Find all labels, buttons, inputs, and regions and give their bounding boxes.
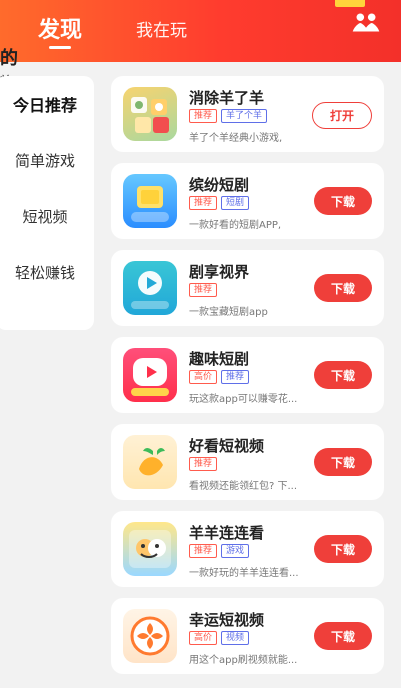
app-description: 用这个app刷视频就能... <box>189 655 298 666</box>
app-tag: 羊了个羊 <box>221 109 268 123</box>
app-title: 消除羊了羊 <box>189 89 265 107</box>
tab-playing[interactable]: 我在玩 <box>136 16 187 41</box>
app-tag: 推荐 <box>189 109 218 123</box>
app-tag: 短剧 <box>221 196 250 210</box>
app-title: 好看短视频 <box>189 437 265 455</box>
category-sidebar: 今日推荐 简单游戏 短视频 轻松赚钱 <box>0 76 94 330</box>
app-title: 剧享视界 <box>189 263 250 281</box>
download-button[interactable]: 下载 <box>314 361 372 389</box>
people-icon[interactable] <box>347 10 385 34</box>
app-tag: 推荐 <box>189 457 218 471</box>
top-badge <box>335 0 365 7</box>
app-card[interactable]: 缤纷短剧 推荐 短剧 一款好看的短剧APP, 下载 <box>111 163 384 239</box>
lucky-clover-icon <box>123 609 177 663</box>
app-title: 羊羊连连看 <box>189 524 265 542</box>
app-tags: 推荐 游戏 <box>189 544 250 558</box>
app-tag: 高价 <box>189 370 218 384</box>
app-description: 一款好玩的羊羊连连看... <box>189 568 299 579</box>
match-game-icon <box>123 522 177 576</box>
app-tags: 推荐 羊了个羊 <box>189 109 268 123</box>
sidebar-item-simple-games[interactable]: 简单游戏 <box>0 132 94 188</box>
download-button[interactable]: 下载 <box>314 274 372 302</box>
clip-glyph-1: 的 <box>0 48 18 69</box>
app-tags: 推荐 <box>189 283 218 297</box>
app-description: 看视频还能领红包? 下... <box>189 481 298 492</box>
app-tag: 高价 <box>189 631 218 645</box>
tab-discover[interactable]: 发现 <box>38 12 82 49</box>
app-tag: 推荐 <box>221 370 250 384</box>
main-content: 的 前 今日推荐 简单游戏 短视频 轻松赚钱 消除羊了羊 推荐 <box>0 48 401 688</box>
app-description: 一款宝藏短剧app <box>189 307 268 318</box>
app-title: 缤纷短剧 <box>189 176 250 194</box>
short-drama-icon <box>123 174 177 228</box>
download-button[interactable]: 下载 <box>314 622 372 650</box>
app-title: 趣味短剧 <box>189 350 250 368</box>
app-tag: 视频 <box>221 631 250 645</box>
sheep-game-icon <box>123 87 177 141</box>
app-card[interactable]: 剧享视界 推荐 一款宝藏短剧app 下载 <box>111 250 384 326</box>
sidebar-item-short-video[interactable]: 短视频 <box>0 188 94 244</box>
app-title: 幸运短视频 <box>189 611 265 629</box>
app-tag: 游戏 <box>221 544 250 558</box>
sidebar-item-today[interactable]: 今日推荐 <box>0 76 94 132</box>
app-tags: 高价 视频 <box>189 631 250 645</box>
video-play-icon <box>123 261 177 315</box>
carrot-icon <box>123 435 177 489</box>
app-tags: 推荐 短剧 <box>189 196 250 210</box>
app-description: 一款好看的短剧APP, <box>189 220 282 231</box>
open-button[interactable]: 打开 <box>312 102 372 129</box>
app-tags: 推荐 <box>189 457 218 471</box>
app-tags: 高价 推荐 <box>189 370 250 384</box>
app-tag: 推荐 <box>189 283 218 297</box>
app-card[interactable]: 羊羊连连看 推荐 游戏 一款好玩的羊羊连连看... 下载 <box>111 511 384 587</box>
app-card[interactable]: 趣味短剧 高价 推荐 玩这款app可以赚零花... 下载 <box>111 337 384 413</box>
download-button[interactable]: 下载 <box>314 448 372 476</box>
app-tag: 推荐 <box>189 196 218 210</box>
top-header: 发现 我在玩 <box>0 0 401 62</box>
download-button[interactable]: 下载 <box>314 535 372 563</box>
app-tag: 推荐 <box>189 544 218 558</box>
app-card[interactable]: 好看短视频 推荐 看视频还能领红包? 下... 下载 <box>111 424 384 500</box>
fun-drama-icon <box>123 348 177 402</box>
app-description: 玩这款app可以赚零花... <box>189 394 298 405</box>
app-description: 羊了个羊经典小游戏, <box>189 133 283 144</box>
app-card[interactable]: 消除羊了羊 推荐 羊了个羊 羊了个羊经典小游戏, 打开 <box>111 76 384 152</box>
app-card[interactable]: 幸运短视频 高价 视频 用这个app刷视频就能... 下载 <box>111 598 384 674</box>
sidebar-item-earn[interactable]: 轻松赚钱 <box>0 244 94 300</box>
download-button[interactable]: 下载 <box>314 187 372 215</box>
